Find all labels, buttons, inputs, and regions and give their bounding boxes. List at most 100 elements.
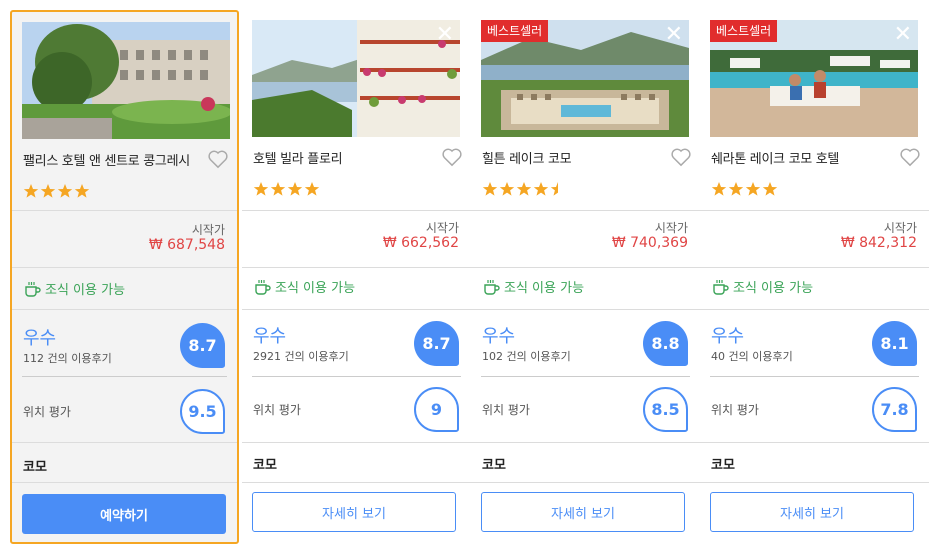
divider xyxy=(710,376,919,377)
price-from-label: 시작가 xyxy=(654,221,688,235)
divider xyxy=(700,482,929,483)
divider xyxy=(700,309,929,310)
divider xyxy=(471,482,700,483)
close-icon[interactable]: ✕ xyxy=(665,24,683,46)
star-icon xyxy=(270,182,286,196)
heart-icon[interactable] xyxy=(899,147,921,167)
divider xyxy=(471,267,700,268)
close-icon[interactable]: ✕ xyxy=(436,24,454,46)
divider xyxy=(242,442,471,443)
divider xyxy=(471,442,700,443)
price: ₩ 662,562 xyxy=(382,235,459,251)
heart-icon[interactable] xyxy=(670,147,692,167)
divider xyxy=(12,482,237,483)
price: ₩ 740,369 xyxy=(611,235,688,251)
rating-label: 우수 xyxy=(23,328,57,349)
divider xyxy=(12,442,237,443)
view-details-button[interactable]: 자세히 보기 xyxy=(252,492,456,532)
bestseller-badge: 베스트셀러 xyxy=(710,20,778,42)
review-count[interactable]: 2921 건의 이용후기 xyxy=(253,348,349,364)
divider xyxy=(242,309,471,310)
divider xyxy=(12,267,237,268)
star-rating xyxy=(23,183,90,199)
location-rating-label: 위치 평가 xyxy=(711,403,759,417)
hotel-photo[interactable]: 베스트셀러 ✕ xyxy=(710,20,918,137)
star-icon xyxy=(533,182,549,196)
review-count[interactable]: 40 건의 이용후기 xyxy=(711,348,793,364)
hotel-card[interactable]: 베스트셀러 ✕ 쉐라톤 레이크 코모 호텔 시작가 ₩ 842,312 조식 이… xyxy=(700,10,929,544)
half-star-icon xyxy=(550,182,558,196)
hotel-photo[interactable]: ✕ xyxy=(252,20,460,137)
rating-label: 우수 xyxy=(253,326,287,347)
hotel-photo[interactable]: 베스트셀러 ✕ xyxy=(481,20,689,137)
review-score-badge: 8.8 xyxy=(643,321,688,366)
divider xyxy=(242,482,471,483)
review-count[interactable]: 112 건의 이용후기 xyxy=(23,350,112,366)
location-score-badge: 8.5 xyxy=(643,387,688,432)
divider xyxy=(471,309,700,310)
coffee-cup-icon xyxy=(484,279,500,295)
view-details-button[interactable]: 자세히 보기 xyxy=(710,492,914,532)
view-details-button[interactable]: 자세히 보기 xyxy=(481,492,685,532)
bestseller-badge: 베스트셀러 xyxy=(481,20,549,42)
star-icon xyxy=(762,182,778,196)
review-score-badge: 8.7 xyxy=(414,321,459,366)
price-from-label: 시작가 xyxy=(425,221,459,235)
review-count[interactable]: 102 건의 이용후기 xyxy=(482,348,571,364)
star-icon xyxy=(499,182,515,196)
price: ₩ 842,312 xyxy=(840,235,917,251)
divider xyxy=(252,376,461,377)
city-label: 코모 xyxy=(23,460,47,475)
review-score-badge: 8.1 xyxy=(872,321,917,366)
divider xyxy=(471,210,700,211)
hotel-card[interactable]: ✕ 호텔 빌라 플로리 시작가 ₩ 662,562 조식 이용 가능 우수 29… xyxy=(242,10,471,544)
star-rating xyxy=(482,181,566,197)
city-label: 코모 xyxy=(482,458,506,473)
breakfast-label: 조식 이용 가능 xyxy=(45,283,126,298)
divider xyxy=(242,210,471,211)
star-icon xyxy=(728,182,744,196)
hotel-name[interactable]: 쉐라톤 레이크 코모 호텔 xyxy=(711,148,839,167)
coffee-cup-icon xyxy=(25,281,41,297)
star-icon xyxy=(40,184,56,198)
divider xyxy=(22,376,227,377)
star-icon xyxy=(304,182,320,196)
star-rating xyxy=(253,181,320,197)
book-button[interactable]: 예약하기 xyxy=(22,494,226,534)
close-icon[interactable]: ✕ xyxy=(894,24,912,46)
coffee-cup-icon xyxy=(713,279,729,295)
hotel-photo[interactable] xyxy=(22,22,230,139)
divider xyxy=(700,210,929,211)
breakfast-info: 조식 이용 가능 xyxy=(711,277,813,296)
hotel-name[interactable]: 힐튼 레이크 코모 xyxy=(482,148,572,167)
divider xyxy=(12,210,237,211)
rating-label: 우수 xyxy=(482,326,516,347)
star-icon xyxy=(23,184,39,198)
divider xyxy=(700,442,929,443)
location-score-badge: 7.8 xyxy=(872,387,917,432)
divider xyxy=(700,267,929,268)
heart-icon[interactable] xyxy=(207,149,229,169)
breakfast-info: 조식 이용 가능 xyxy=(23,279,125,298)
location-score-badge: 9 xyxy=(414,387,459,432)
breakfast-info: 조식 이용 가능 xyxy=(482,277,584,296)
breakfast-label: 조식 이용 가능 xyxy=(504,281,585,296)
breakfast-label: 조식 이용 가능 xyxy=(275,281,356,296)
star-icon xyxy=(287,182,303,196)
rating-label: 우수 xyxy=(711,326,745,347)
hotel-card[interactable]: 팰리스 호텔 앤 센트로 콩그레시 시작가 ₩ 687,548 조식 이용 가능… xyxy=(10,10,239,544)
divider xyxy=(12,309,237,310)
star-icon xyxy=(516,182,532,196)
divider xyxy=(242,267,471,268)
hotel-card[interactable]: 베스트셀러 ✕ 힐튼 레이크 코모 시작가 ₩ 740,369 조식 이용 가능… xyxy=(471,10,700,544)
star-icon xyxy=(482,182,498,196)
hotel-name[interactable]: 팰리스 호텔 앤 센트로 콩그레시 xyxy=(23,150,190,169)
price: ₩ 687,548 xyxy=(148,237,225,253)
breakfast-info: 조식 이용 가능 xyxy=(253,277,355,296)
heart-icon[interactable] xyxy=(441,147,463,167)
hotel-name[interactable]: 호텔 빌라 플로리 xyxy=(253,148,343,167)
divider xyxy=(481,376,690,377)
star-icon xyxy=(57,184,73,198)
star-rating xyxy=(711,181,778,197)
star-icon xyxy=(711,182,727,196)
